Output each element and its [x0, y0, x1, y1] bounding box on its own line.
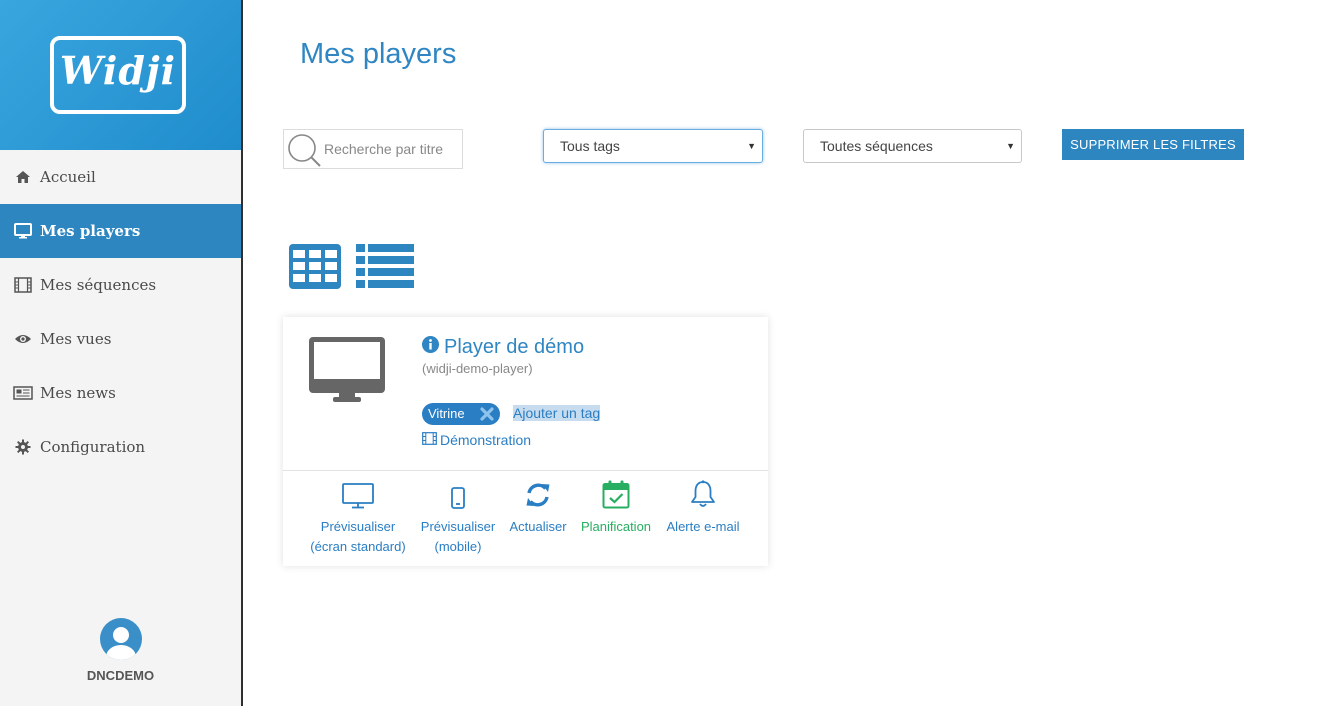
eye-icon — [13, 329, 33, 349]
info-icon[interactable] — [422, 336, 439, 359]
calendar-check-icon — [602, 480, 630, 515]
sequences-select-value: Toutes séquences — [820, 138, 933, 154]
list-icon — [356, 244, 414, 293]
search-input[interactable] — [324, 130, 459, 168]
film-icon — [422, 432, 437, 448]
grid-icon — [289, 244, 341, 293]
search-box — [283, 129, 463, 169]
newspaper-icon — [13, 383, 33, 403]
sequence-link[interactable]: Démonstration — [422, 432, 531, 448]
bell-icon — [690, 480, 716, 515]
search-icon — [286, 132, 322, 173]
tags-select[interactable]: Tous tags ▼ — [543, 129, 763, 163]
desktop-icon — [342, 483, 374, 515]
sidebar-item-label: Mes séquences — [40, 276, 157, 294]
avatar[interactable] — [99, 618, 142, 660]
monitor-icon — [309, 337, 385, 408]
list-view-button[interactable] — [356, 244, 414, 294]
remove-tag-icon[interactable] — [479, 406, 495, 429]
card-divider — [283, 470, 768, 471]
player-name: Player de démo — [444, 336, 585, 358]
widji-logo[interactable]: Widji — [50, 36, 186, 114]
action-label: Alerte e-mail — [666, 519, 740, 534]
home-icon — [13, 167, 33, 187]
tag-badge: Vitrine — [422, 403, 500, 425]
logo-area: Widji — [0, 0, 241, 150]
player-title[interactable]: Player de démo — [422, 336, 584, 359]
tags-select-value: Tous tags — [560, 138, 620, 154]
sidebar-item-label: Configuration — [40, 438, 146, 456]
refresh-icon — [524, 481, 552, 515]
logo-text: Widji — [59, 48, 177, 93]
sidebar-nav: Accueil Mes players Mes séquences Mes vu… — [0, 150, 241, 474]
action-label: Prévisualiser — [420, 519, 496, 534]
email-alert-button[interactable]: Alerte e-mail — [663, 480, 743, 537]
sidebar-item-label: Accueil — [40, 168, 96, 186]
action-label: Actualiser — [509, 519, 567, 534]
sidebar-item-mes-sequences[interactable]: Mes séquences — [0, 258, 241, 312]
schedule-button[interactable]: Planification — [578, 480, 654, 537]
sidebar-item-accueil[interactable]: Accueil — [0, 150, 241, 204]
tag-label: Vitrine — [428, 406, 465, 421]
page-title: Mes players — [300, 38, 457, 70]
sidebar-item-label: Mes vues — [40, 330, 112, 348]
user-profile[interactable]: DNCDEMO — [0, 618, 241, 683]
action-sublabel: (écran standard) — [310, 539, 406, 554]
sidebar-item-label: Mes players — [40, 222, 141, 240]
action-label: Planification — [580, 519, 652, 534]
sequence-label: Démonstration — [440, 432, 532, 448]
sidebar-item-mes-news[interactable]: Mes news — [0, 366, 241, 420]
film-icon — [13, 275, 33, 295]
sidebar: Widji Accueil Mes players Mes séquences — [0, 0, 243, 706]
add-tag-link[interactable]: Ajouter un tag — [513, 405, 601, 421]
sequences-select[interactable]: Toutes séquences ▼ — [803, 129, 1022, 163]
clear-filters-button[interactable]: SUPPRIMER LES FILTRES — [1062, 129, 1244, 160]
chevron-down-icon: ▼ — [1006, 141, 1015, 151]
preview-standard-button[interactable]: Prévisualiser (écran standard) — [305, 483, 411, 557]
refresh-button[interactable]: Actualiser — [505, 483, 571, 537]
player-slug: (widji-demo-player) — [422, 361, 533, 376]
action-label: Prévisualiser — [320, 519, 396, 534]
username: DNCDEMO — [86, 668, 155, 683]
monitor-icon — [13, 221, 33, 241]
chevron-down-icon: ▼ — [747, 141, 756, 151]
sidebar-item-configuration[interactable]: Configuration — [0, 420, 241, 474]
preview-mobile-button[interactable]: Prévisualiser (mobile) — [418, 485, 498, 557]
gear-icon — [13, 437, 33, 457]
sidebar-item-mes-players[interactable]: Mes players — [0, 204, 241, 258]
player-card: Player de démo (widji-demo-player) Vitri… — [283, 317, 768, 566]
sidebar-item-mes-vues[interactable]: Mes vues — [0, 312, 241, 366]
grid-view-button[interactable] — [289, 244, 341, 294]
mobile-icon — [451, 487, 465, 515]
sidebar-item-label: Mes news — [40, 384, 116, 402]
action-sublabel: (mobile) — [434, 539, 482, 554]
